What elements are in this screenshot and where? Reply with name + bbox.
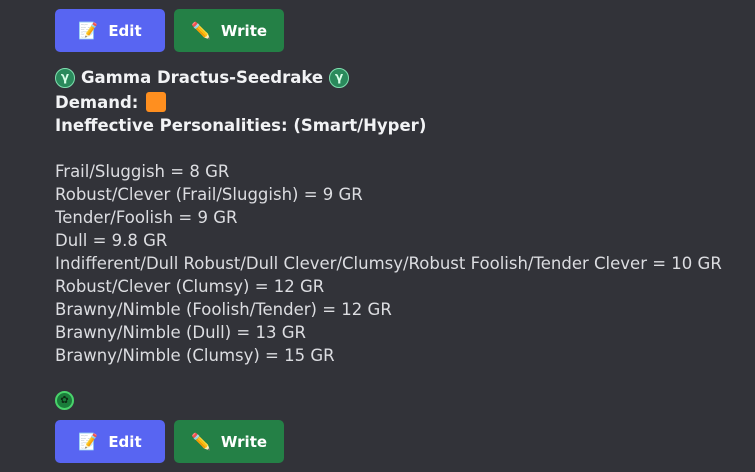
price-item: Tender/Foolish = 9 GR — [55, 208, 238, 227]
price-item: Indifferent/Dull Robust/Dull Clever/Clum… — [55, 254, 722, 273]
memo-icon: 📝 — [78, 431, 99, 451]
gamma-icon: γ — [329, 67, 350, 88]
write-button[interactable]: ✏️ Write — [174, 9, 284, 52]
write-button[interactable]: ✏️ Write — [174, 420, 284, 463]
price-item: Brawny/Nimble (Clumsy) = 15 GR — [55, 346, 335, 365]
memo-icon: 📝 — [78, 20, 99, 40]
ineffective-personalities: Ineffective Personalities: (Smart/Hyper) — [55, 116, 427, 135]
price-list: Frail/Sluggish = 8 GR Robust/Clever (Fra… — [55, 160, 745, 367]
demand-line: Demand: — [55, 91, 745, 114]
orange-square-icon — [146, 92, 167, 112]
gamma-icon: γ — [55, 67, 75, 88]
top-button-row: 📝 Edit ✏️ Write — [55, 9, 284, 52]
bottom-button-row: 📝 Edit ✏️ Write — [55, 420, 284, 463]
price-item: Frail/Sluggish = 8 GR — [55, 162, 230, 181]
price-item: Brawny/Nimble (Dull) = 13 GR — [55, 323, 306, 342]
price-item: Robust/Clever (Clumsy) = 12 GR — [55, 277, 325, 296]
write-button-label: Write — [220, 21, 268, 40]
edit-button-label: Edit — [108, 432, 142, 451]
price-item: Dull = 9.8 GR — [55, 231, 168, 250]
edit-button[interactable]: 📝 Edit — [55, 9, 165, 52]
write-button-label: Write — [220, 432, 268, 451]
message-content: γ Gamma Dractus-Seedrake γ Demand: Ineff… — [55, 64, 745, 367]
edit-button[interactable]: 📝 Edit — [55, 420, 165, 463]
post-title: Gamma Dractus-Seedrake — [81, 68, 324, 87]
message: 📝 Edit ✏️ Write γ Gamma Dractus-Seedrake… — [0, 0, 755, 472]
edit-button-label: Edit — [108, 21, 142, 40]
green-badge-icon: ✿ — [55, 391, 74, 410]
price-item: Robust/Clever (Frail/Sluggish) = 9 GR — [55, 185, 363, 204]
demand-label: Demand: — [55, 93, 139, 112]
price-item: Brawny/Nimble (Foolish/Tender) = 12 GR — [55, 300, 392, 319]
pencil-icon: ✏️ — [190, 20, 211, 40]
post-title-line: γ Gamma Dractus-Seedrake γ — [55, 64, 745, 91]
pencil-icon: ✏️ — [190, 431, 211, 451]
